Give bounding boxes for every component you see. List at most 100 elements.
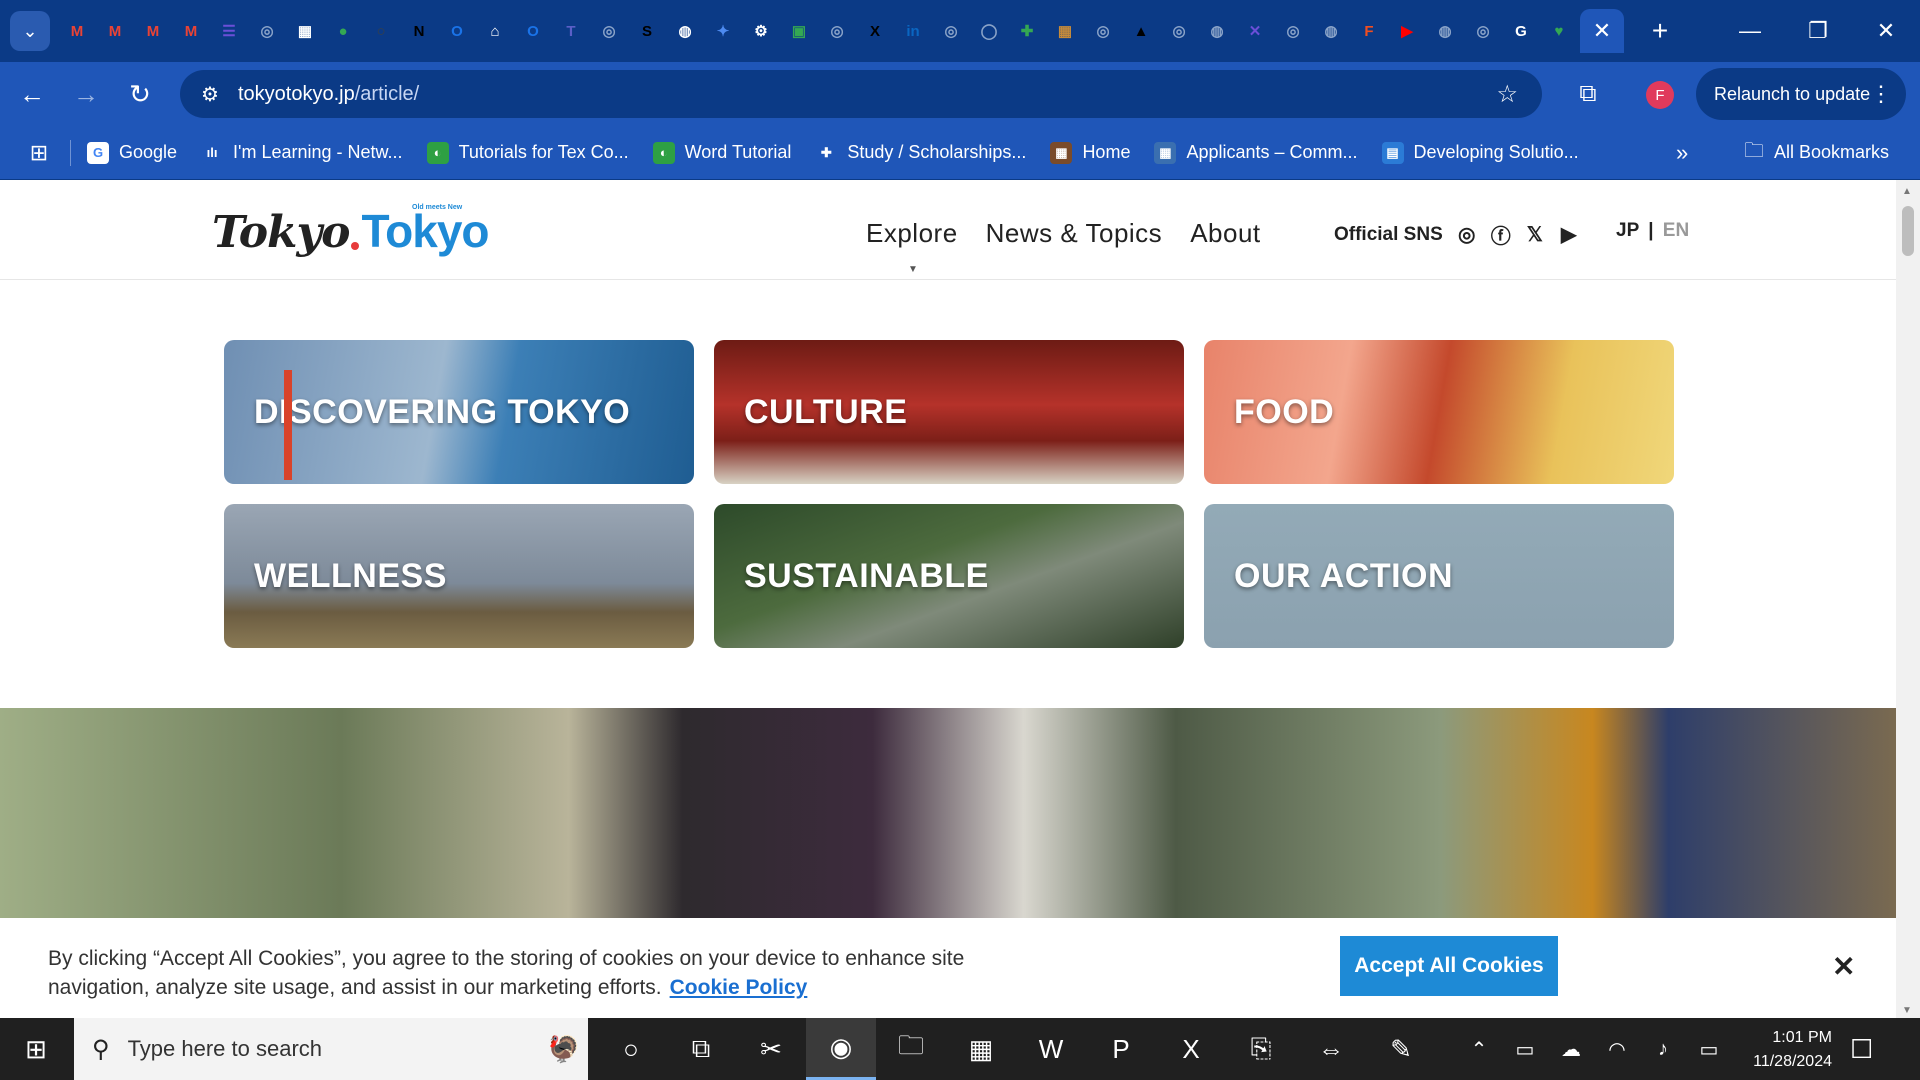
- pinned-tab-favicon[interactable]: ✕: [1240, 16, 1270, 46]
- pinned-tab-favicon[interactable]: S: [632, 16, 662, 46]
- remote-app-icon[interactable]: ⇔: [1296, 1018, 1366, 1080]
- pinned-tab-favicon[interactable]: ◎: [1088, 16, 1118, 46]
- device-icon[interactable]: ▭: [1502, 1037, 1548, 1062]
- bookmark-item[interactable]: ◐ Word Tutorial: [652, 141, 791, 164]
- pinned-tab-favicon[interactable]: ◎: [936, 16, 966, 46]
- restore-button[interactable]: ❐: [1784, 0, 1852, 62]
- url-text[interactable]: tokyotokyo.jp/article/: [238, 83, 419, 106]
- active-tab-close-button[interactable]: ✕: [1580, 9, 1624, 53]
- pinned-tab-favicon[interactable]: ◎: [1468, 16, 1498, 46]
- bookmark-star-icon[interactable]: ☆: [1496, 80, 1518, 109]
- nav-about[interactable]: About: [1190, 218, 1260, 249]
- category-culture[interactable]: CULTURE: [714, 340, 1184, 484]
- bookmark-item[interactable]: ılı I'm Learning - Netw...: [201, 141, 403, 164]
- pinned-tab-favicon[interactable]: ♥: [1544, 16, 1574, 46]
- powerpoint-icon[interactable]: P: [1086, 1018, 1156, 1080]
- pinned-tab-favicon[interactable]: ◎: [594, 16, 624, 46]
- excel-icon[interactable]: X: [1156, 1018, 1226, 1080]
- tab-search-button[interactable]: ⌄: [10, 11, 50, 51]
- pinned-tab-favicon[interactable]: ◎: [822, 16, 852, 46]
- back-button[interactable]: ←: [10, 72, 54, 116]
- reload-button[interactable]: ↻: [118, 72, 162, 116]
- new-tab-button[interactable]: +: [1642, 15, 1678, 47]
- store-icon[interactable]: ▦: [946, 1018, 1016, 1080]
- show-hidden-icons-icon[interactable]: ⌃: [1456, 1037, 1502, 1062]
- facebook-icon[interactable]: ⓕ: [1491, 220, 1511, 249]
- pinned-tab-favicon[interactable]: M: [62, 16, 92, 46]
- instagram-icon[interactable]: ◎: [1457, 222, 1477, 247]
- site-logo[interactable]: Tokyo Tokyo Old meets New: [212, 204, 490, 258]
- category-our-action[interactable]: OUR ACTION: [1204, 504, 1674, 648]
- pinned-tab-favicon[interactable]: ◍: [670, 16, 700, 46]
- pinned-tab-favicon[interactable]: O: [518, 16, 548, 46]
- bookmark-item[interactable]: ▤ Developing Solutio...: [1381, 141, 1579, 164]
- scrollbar-thumb[interactable]: [1902, 206, 1914, 256]
- lang-jp[interactable]: JP: [1616, 220, 1639, 241]
- taskbar-clock[interactable]: 1:01 PM 11/28/2024: [1736, 1026, 1832, 1074]
- pinned-tab-favicon[interactable]: in: [898, 16, 928, 46]
- network-app-icon[interactable]: ⎘: [1226, 1018, 1296, 1080]
- pinned-tab-favicon[interactable]: M: [100, 16, 130, 46]
- profile-avatar[interactable]: F: [1646, 81, 1674, 109]
- lang-en[interactable]: EN: [1663, 220, 1689, 241]
- pinned-tab-favicon[interactable]: M: [138, 16, 168, 46]
- onedrive-icon[interactable]: ☁: [1548, 1037, 1594, 1062]
- pinned-tab-favicon[interactable]: ✚: [1012, 16, 1042, 46]
- pinned-tab-favicon[interactable]: ▲: [1126, 16, 1156, 46]
- x-icon[interactable]: 𝕏: [1525, 222, 1545, 247]
- bookmark-item[interactable]: ▦ Applicants – Comm...: [1154, 141, 1358, 164]
- pinned-tab-favicon[interactable]: T: [556, 16, 586, 46]
- minimize-button[interactable]: —: [1716, 0, 1784, 62]
- pinned-tab-favicon[interactable]: ◍: [1430, 16, 1460, 46]
- youtube-icon[interactable]: ▶: [1559, 222, 1579, 247]
- category-wellness[interactable]: WELLNESS: [224, 504, 694, 648]
- battery-icon[interactable]: ▭: [1686, 1037, 1732, 1062]
- pinned-tab-favicon[interactable]: ◎: [1164, 16, 1194, 46]
- nav-news-topics[interactable]: News & Topics: [986, 218, 1163, 249]
- scroll-up-icon[interactable]: ▲: [1902, 186, 1912, 197]
- extensions-icon[interactable]: ⧉: [1564, 70, 1612, 118]
- more-bookmarks-icon[interactable]: »: [1676, 140, 1688, 166]
- pinned-tab-favicon[interactable]: ○: [366, 16, 396, 46]
- apps-grid-icon[interactable]: ⊞: [24, 138, 54, 168]
- site-info-icon[interactable]: ⚙: [188, 82, 232, 107]
- pinned-tab-favicon[interactable]: ⌂: [480, 16, 510, 46]
- pinned-tab-favicon[interactable]: ⚙: [746, 16, 776, 46]
- nav-explore[interactable]: Explore: [866, 218, 958, 249]
- category-discovering-tokyo[interactable]: DISCOVERING TOKYO: [224, 340, 694, 484]
- pinned-tab-favicon[interactable]: ▦: [1050, 16, 1080, 46]
- pinned-tab-favicon[interactable]: O: [442, 16, 472, 46]
- pinned-tab-favicon[interactable]: F: [1354, 16, 1384, 46]
- cookie-policy-link[interactable]: Cookie Policy: [670, 976, 808, 999]
- file-explorer-icon[interactable]: 🗀: [876, 1018, 946, 1080]
- snipping-tool-icon[interactable]: ✂: [736, 1018, 806, 1080]
- pinned-tab-favicon[interactable]: N: [404, 16, 434, 46]
- start-button[interactable]: ⊞: [0, 1018, 72, 1080]
- pinned-tab-favicon[interactable]: ◎: [252, 16, 282, 46]
- pinned-tab-favicon[interactable]: ▶: [1392, 16, 1422, 46]
- pinned-tab-favicon[interactable]: M: [176, 16, 206, 46]
- volume-icon[interactable]: ♪: [1640, 1038, 1686, 1061]
- bookmark-item[interactable]: ▦ Home: [1050, 141, 1130, 164]
- pinned-tab-favicon[interactable]: ●: [328, 16, 358, 46]
- cortana-icon[interactable]: ○: [596, 1018, 666, 1080]
- scroll-down-icon[interactable]: ▼: [1902, 1005, 1912, 1016]
- notifications-icon[interactable]: ☐: [1850, 1034, 1873, 1065]
- wifi-icon[interactable]: ◠: [1594, 1037, 1640, 1062]
- pinned-tab-favicon[interactable]: ▣: [784, 16, 814, 46]
- menu-dots-icon[interactable]: ⋮: [1870, 81, 1892, 107]
- taskbar-search[interactable]: ⚲ Type here to search 🦃: [74, 1018, 588, 1080]
- close-window-button[interactable]: ✕: [1852, 0, 1920, 62]
- cookie-close-icon[interactable]: ✕: [1832, 950, 1855, 983]
- pinned-tab-favicon[interactable]: ◎: [1278, 16, 1308, 46]
- pinned-tab-favicon[interactable]: G: [1506, 16, 1536, 46]
- forward-button[interactable]: →: [64, 72, 108, 116]
- pinned-tab-favicon[interactable]: ◯: [974, 16, 1004, 46]
- pinned-tab-favicon[interactable]: X: [860, 16, 890, 46]
- pinned-tab-favicon[interactable]: ◍: [1316, 16, 1346, 46]
- relaunch-button[interactable]: Relaunch to update ⋮: [1696, 68, 1906, 120]
- accept-all-cookies-button[interactable]: Accept All Cookies: [1340, 936, 1558, 996]
- pinned-tab-favicon[interactable]: ▦: [290, 16, 320, 46]
- bookmark-item[interactable]: G Google: [87, 141, 177, 164]
- bookmark-item[interactable]: ✚ Study / Scholarships...: [815, 141, 1026, 164]
